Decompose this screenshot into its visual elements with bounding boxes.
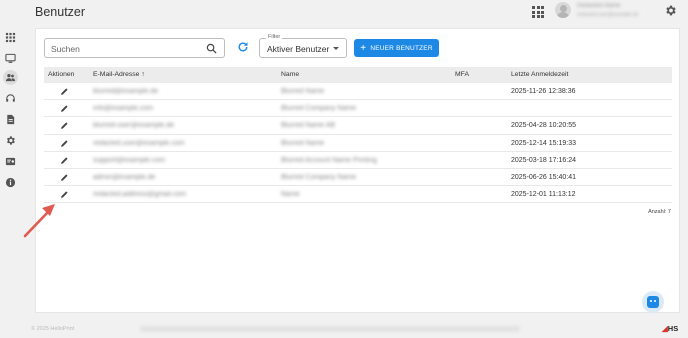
column-header-last-login[interactable]: Letzte Anmeldezeit — [511, 71, 661, 78]
table-header: Aktionen E-Mail-Adresse ↑ Name MFA Letzt… — [44, 67, 672, 83]
cell-last-login: 2025-12-01 11:13:12 — [511, 191, 576, 199]
user-info[interactable]: Redacted Name redacted.user@example.de — [577, 3, 645, 18]
monitor-icon — [5, 53, 16, 63]
cell-last-login: 2025-11-26 12:38:36 — [511, 88, 576, 95]
sidebar-item-settings[interactable] — [3, 133, 18, 148]
apps-grid-icon[interactable] — [532, 6, 544, 18]
settings-gear-icon[interactable] — [664, 4, 677, 17]
search-icon[interactable] — [206, 43, 217, 54]
brand-logo: ◢HS — [662, 324, 678, 333]
new-user-button[interactable]: + NEUER BENUTZER — [354, 39, 439, 57]
footer-blurred-text — [140, 326, 520, 332]
table-row[interactable]: admin@example.de Blurred Company Name 2025… — [44, 169, 672, 187]
license-icon — [5, 157, 16, 166]
table-body: blurred@example.de Blurred Name 2025-11-26… — [44, 83, 672, 204]
row-count: Anzahl: 7 — [648, 209, 671, 215]
user-name: Redacted Name — [577, 3, 621, 9]
table-row[interactable]: support@example.com Blurred Account Name … — [44, 152, 672, 169]
filter-select[interactable]: Filter Aktiver Benutzer — [259, 34, 347, 58]
search-input[interactable] — [51, 42, 201, 55]
footer-copyright: © 2025 HelloPrint — [31, 326, 75, 332]
chevron-down-icon — [333, 47, 339, 50]
sidebar-item-support[interactable] — [3, 91, 18, 106]
chatbot-icon — [647, 296, 659, 308]
table-row[interactable]: redacted.address@gmail.com Name 2025-12-01… — [44, 186, 672, 204]
cell-name: Blurred Account Name Printing — [281, 156, 377, 164]
cell-name: Blurred Name — [281, 88, 325, 95]
edit-pencil-icon[interactable] — [60, 121, 69, 130]
edit-pencil-icon[interactable] — [60, 156, 69, 165]
new-user-label: NEUER BENUTZER — [370, 44, 433, 52]
avatar[interactable] — [555, 2, 571, 18]
cell-name: Name — [281, 191, 300, 199]
cell-email: blurred-user@example.de — [93, 122, 175, 130]
table-row[interactable]: redacted.user@example.com Blurred Name 202… — [44, 135, 672, 152]
page-title: Benutzer — [35, 5, 86, 19]
cell-last-login: 2025-03-18 17:16:24 — [511, 156, 576, 164]
edit-pencil-icon[interactable] — [60, 104, 69, 113]
cell-last-login: 2025-04-28 10:20:55 — [511, 122, 576, 130]
cell-name: Blurred Company Name — [281, 173, 357, 181]
edit-pencil-icon[interactable] — [60, 139, 69, 148]
sidebar-item-documents[interactable] — [3, 112, 18, 127]
cell-email: admin@example.de — [93, 173, 156, 181]
edit-pencil-icon[interactable] — [60, 190, 69, 199]
users-icon — [5, 74, 16, 82]
table-row[interactable]: blurred-user@example.de Blurred Name AB 20… — [44, 117, 672, 135]
top-bar: Benutzer Redacted Name redacted.user@exa… — [0, 0, 688, 26]
cell-name: Blurred Name AB — [281, 122, 336, 130]
cell-email: blurred@example.de — [93, 88, 159, 95]
gear-icon — [6, 136, 15, 145]
document-icon — [7, 114, 15, 125]
cell-email: support@example.com — [93, 156, 166, 164]
users-table: Aktionen E-Mail-Adresse ↑ Name MFA Letzt… — [44, 67, 672, 204]
plus-icon: + — [360, 42, 367, 54]
edit-pencil-icon[interactable] — [60, 87, 69, 96]
cell-last-login: 2025-12-14 15:19:33 — [511, 139, 576, 147]
cell-email: redacted.user@example.com — [93, 139, 185, 147]
edit-pencil-icon[interactable] — [60, 173, 69, 182]
cell-name: Blurred Company Name — [281, 105, 357, 113]
column-header-email[interactable]: E-Mail-Adresse ↑ — [93, 71, 283, 78]
info-icon — [5, 177, 16, 188]
sidebar-item-info[interactable] — [3, 175, 18, 190]
sidebar-item-devices[interactable] — [3, 51, 18, 66]
search-box[interactable] — [44, 38, 225, 58]
refresh-icon[interactable] — [237, 41, 249, 53]
sidebar-item-users[interactable] — [3, 70, 18, 85]
cell-email: info@example.com — [93, 105, 154, 113]
column-header-actions: Aktionen — [48, 71, 75, 78]
sidebar-item-dashboard[interactable] — [3, 30, 18, 45]
headset-icon — [6, 94, 15, 102]
column-header-mfa[interactable]: MFA — [455, 71, 505, 78]
sidebar-item-licenses[interactable] — [3, 154, 18, 169]
cell-name: Blurred Name — [281, 139, 325, 147]
cell-last-login: 2025-06-26 15:40:41 — [511, 173, 576, 181]
chat-support-button[interactable] — [642, 291, 664, 313]
filter-label: Filter — [266, 34, 283, 40]
logo-text: HS — [667, 324, 679, 333]
table-row[interactable]: blurred@example.de Blurred Name 2025-11-26… — [44, 83, 672, 101]
user-email: redacted.user@example.de — [577, 12, 639, 18]
sidebar — [0, 26, 22, 338]
table-row[interactable]: info@example.com Blurred Company Name — [44, 100, 672, 118]
column-header-name[interactable]: Name — [281, 71, 451, 78]
users-panel: Filter Aktiver Benutzer + NEUER BENUTZER… — [35, 28, 680, 313]
cell-email: redacted.address@gmail.com — [93, 191, 187, 199]
grid-icon — [5, 32, 16, 43]
filter-value: Aktiver Benutzer — [267, 44, 330, 54]
